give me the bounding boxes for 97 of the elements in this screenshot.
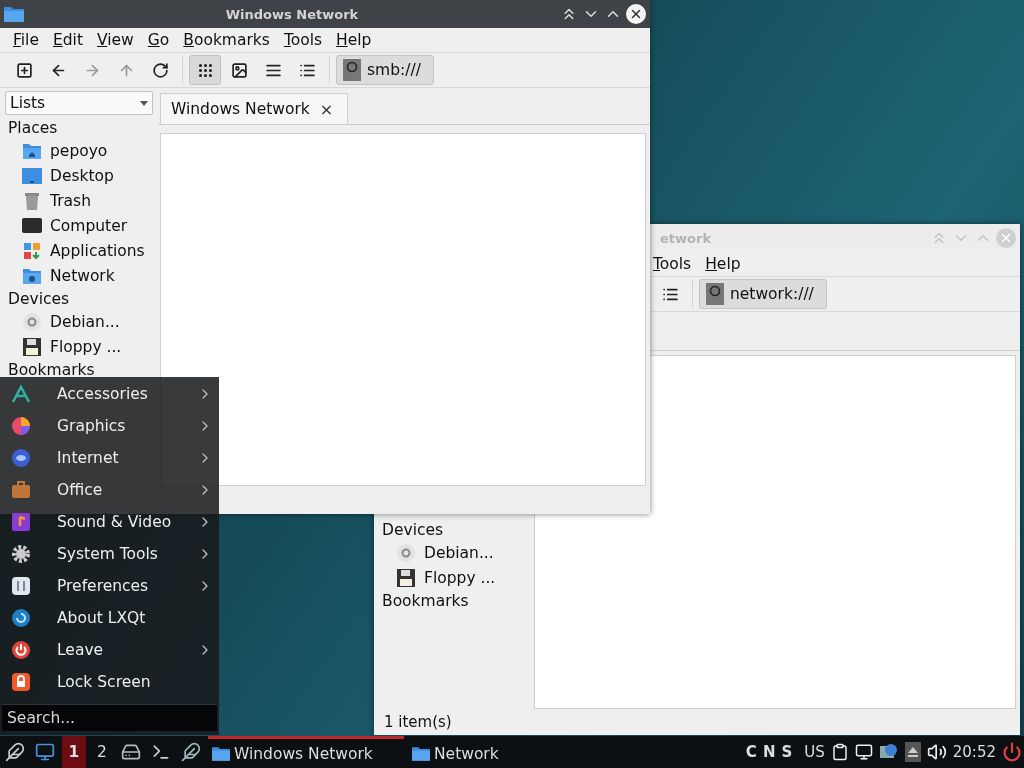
menu-item[interactable]: Help	[329, 31, 379, 49]
place-item[interactable]: Computer	[0, 213, 158, 238]
menu-item[interactable]: Bookmarks	[176, 31, 277, 49]
swirl-icon	[11, 608, 31, 628]
applications-icon	[22, 240, 42, 261]
globe-icon	[11, 448, 31, 468]
clock[interactable]: 20:52	[952, 743, 996, 761]
keyboard-layout[interactable]: US	[804, 743, 825, 761]
lock-key-indicator: S	[781, 743, 793, 761]
folder-icon	[412, 746, 430, 761]
section-heading: Bookmarks	[7, 360, 96, 380]
close-icon	[629, 7, 643, 21]
task-button[interactable]: Windows Network	[208, 736, 404, 768]
place-item[interactable]: Floppy ...	[0, 334, 158, 359]
clipboard-icon[interactable]	[830, 743, 849, 761]
place-item[interactable]: Trash	[0, 188, 158, 213]
power-icon[interactable]	[1002, 742, 1022, 762]
floppy-icon	[22, 336, 42, 357]
place-item[interactable]: Debian...	[374, 540, 532, 565]
network-drive-icon	[343, 59, 361, 81]
section-heading: Places	[7, 118, 59, 138]
address-button[interactable]: smb:///	[336, 55, 434, 85]
reload-icon	[151, 61, 169, 79]
status-text: 1 item(s)	[384, 713, 452, 731]
menu-item[interactable]: Help	[698, 255, 748, 273]
terminal-icon	[151, 742, 171, 762]
menu-item[interactable]: Graphics	[0, 410, 219, 442]
lock-icon	[11, 672, 31, 692]
quill-icon	[181, 742, 201, 762]
gear-icon	[11, 544, 31, 564]
menu-item[interactable]: Tools	[646, 255, 699, 273]
icon-view-button[interactable]	[189, 55, 221, 85]
menu-item[interactable]: Internet	[0, 442, 219, 474]
disc-icon	[22, 311, 42, 332]
menu-item[interactable]: File	[6, 31, 46, 49]
menu-item[interactable]: About LXQt	[0, 602, 219, 634]
menu-item[interactable]: Accessories	[0, 378, 219, 410]
folder-icon	[4, 6, 24, 22]
color-wheel-icon	[11, 416, 31, 436]
menu-item[interactable]: System Tools	[0, 538, 219, 570]
trash-icon	[22, 190, 42, 211]
computer-icon	[22, 216, 42, 235]
lock-key-indicator: N	[762, 743, 776, 761]
menu-item[interactable]: Go	[140, 31, 177, 49]
tab[interactable]: Windows Network ×	[160, 93, 349, 124]
menu-item[interactable]: Sound & Video	[0, 506, 219, 538]
search-field[interactable]: Search...	[2, 704, 217, 731]
menu-item[interactable]: Lock Screen	[0, 666, 219, 698]
desktop-switch-button[interactable]: 1	[62, 736, 86, 768]
folder-icon	[212, 746, 230, 761]
menu-item[interactable]: Preferences	[0, 570, 219, 602]
drawer-icon	[121, 742, 141, 762]
menu-item[interactable]: Tools	[276, 31, 330, 49]
section-heading: Devices	[7, 289, 71, 309]
network-folder-icon	[22, 266, 42, 285]
menu-item[interactable]: Edit	[45, 31, 90, 49]
drafting-icon	[11, 384, 31, 404]
network-drive-icon	[706, 283, 724, 305]
close-icon	[999, 231, 1013, 245]
eject-icon[interactable]	[904, 742, 921, 762]
monitor-icon[interactable]	[854, 743, 873, 761]
side-pane-dropdown[interactable]: Lists	[5, 91, 153, 115]
place-item[interactable]: Desktop	[0, 163, 158, 188]
caret-icon	[140, 100, 148, 106]
window-title: Windows Network	[224, 6, 360, 22]
place-item[interactable]: Network	[0, 263, 158, 288]
window-title: etwork	[660, 230, 712, 246]
floppy-icon	[396, 567, 416, 588]
menu-item[interactable]: View	[90, 31, 141, 49]
menu-item[interactable]: Office	[0, 474, 219, 506]
tab-close-button[interactable]: ×	[319, 99, 334, 119]
address-button[interactable]: network:///	[699, 279, 827, 309]
desktop-icon	[22, 166, 42, 185]
power-icon	[11, 640, 31, 660]
section-heading: Bookmarks	[381, 591, 470, 611]
briefcase-icon	[11, 480, 31, 500]
disc-icon	[396, 542, 416, 563]
menu-item[interactable]: Leave	[0, 634, 219, 666]
close-button[interactable]	[626, 4, 646, 24]
notification-icon[interactable]	[878, 743, 899, 761]
task-button[interactable]: Network	[408, 736, 528, 768]
volume-icon[interactable]	[926, 742, 947, 762]
home-folder-icon	[22, 141, 42, 160]
thumbnail-icon	[230, 61, 248, 79]
new-tab-icon	[15, 61, 33, 79]
place-item[interactable]: pepoyo	[0, 138, 158, 163]
section-heading: Devices	[381, 520, 445, 540]
desktop-switch-button[interactable]: 2	[90, 736, 114, 768]
place-item[interactable]: Applications	[0, 238, 158, 263]
icon-view-icon	[196, 61, 214, 79]
place-item[interactable]: Floppy ...	[374, 565, 532, 590]
bird-icon	[5, 742, 25, 762]
preferences-icon	[11, 576, 31, 596]
music-icon	[11, 512, 31, 532]
place-item[interactable]: Debian...	[0, 309, 158, 334]
lock-key-indicator: C	[745, 743, 757, 761]
desktop-icon	[35, 742, 55, 762]
